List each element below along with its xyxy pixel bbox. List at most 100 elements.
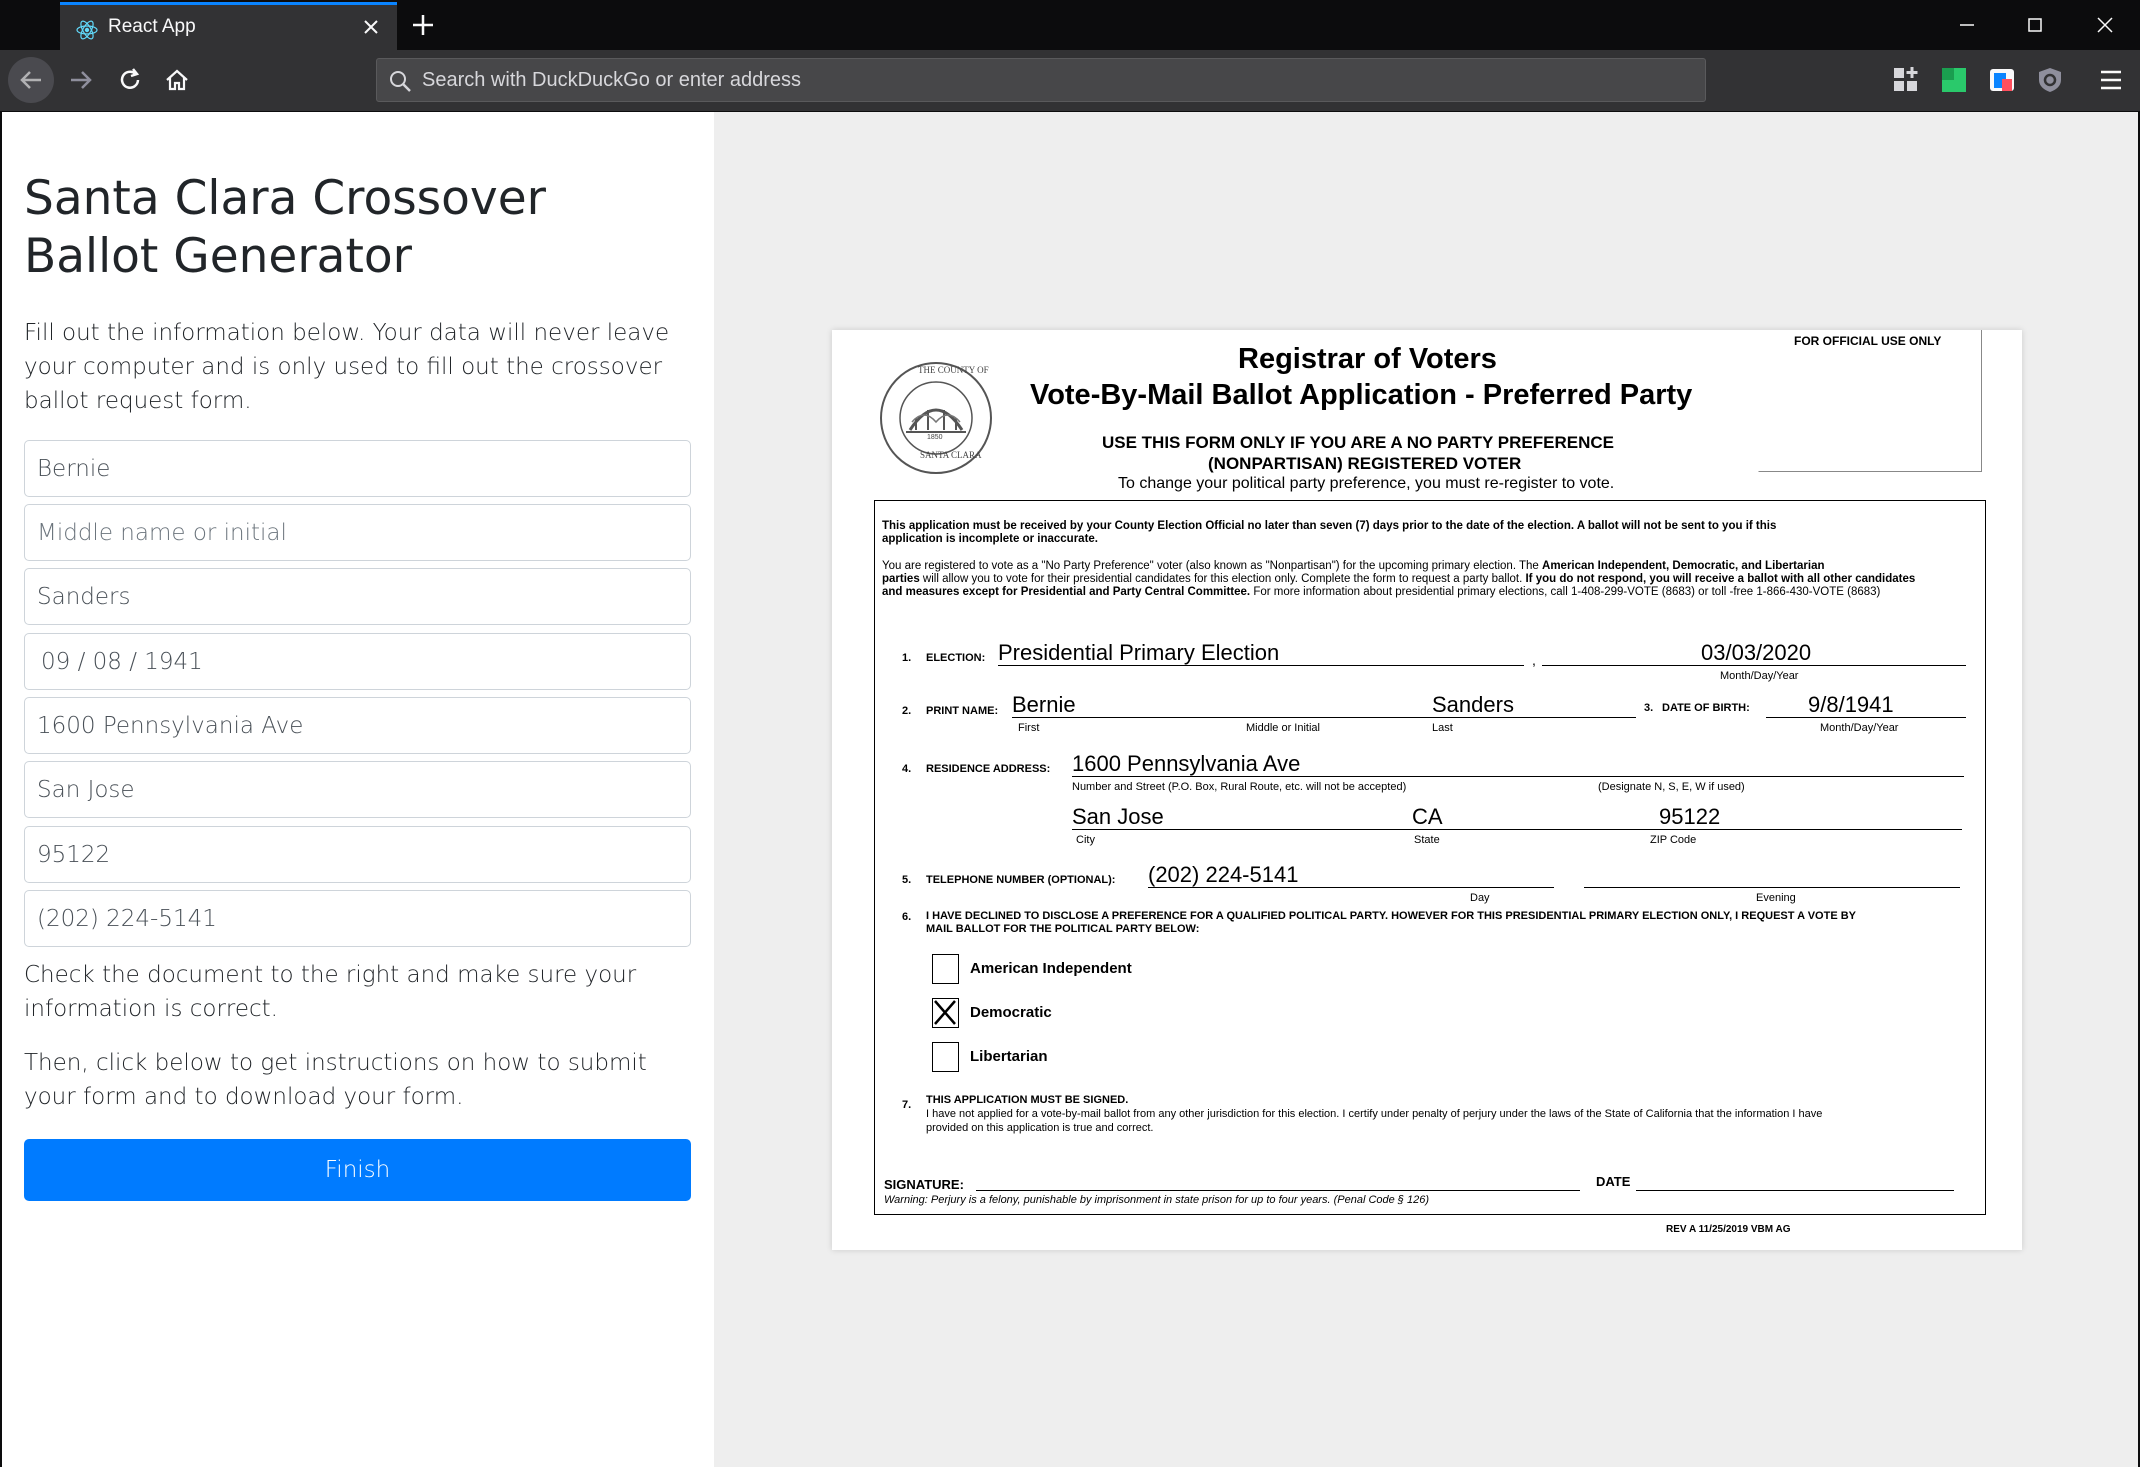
election-label: ELECTION: bbox=[926, 652, 986, 664]
date-line bbox=[1636, 1190, 1954, 1191]
close-window-icon[interactable] bbox=[2090, 10, 2120, 40]
last-name-input[interactable] bbox=[24, 568, 691, 625]
city-input[interactable] bbox=[24, 761, 691, 818]
nonpartisan-paragraph-line2: parties will allow you to vote for their… bbox=[882, 573, 1915, 586]
exception-text: and measures except for Presidential and… bbox=[882, 586, 1251, 598]
new-tab-icon[interactable] bbox=[408, 10, 438, 40]
item-number-2: 2. bbox=[902, 705, 912, 717]
use-form-line2: (NONPARTISAN) REGISTERED VOTER bbox=[1208, 454, 1522, 473]
american-independent-checkbox[interactable] bbox=[932, 954, 959, 984]
last-sublabel: Last bbox=[1432, 722, 1453, 734]
instructions-text: Then, click below to get instructions on… bbox=[24, 1050, 647, 1110]
phone-label: TELEPHONE NUMBER (OPTIONAL): bbox=[926, 874, 1116, 886]
extension-container-icon[interactable] bbox=[1987, 65, 2017, 95]
residence-street-line bbox=[1072, 776, 1964, 777]
minimize-window-icon[interactable] bbox=[1952, 10, 1982, 40]
dob-label: DATE OF BIRTH: bbox=[1662, 702, 1750, 714]
city-sublabel: City bbox=[1076, 834, 1095, 846]
day-sublabel: Day bbox=[1470, 892, 1490, 904]
notice-line1: This application must be received by you… bbox=[882, 520, 1777, 532]
designate-sublabel: (Designate N, S, E, W if used) bbox=[1598, 781, 1745, 793]
page-viewport: Santa Clara Crossover Ballot Generator F… bbox=[2, 112, 2138, 1467]
close-tab-icon[interactable] bbox=[359, 15, 383, 39]
decline-statement-line1: I HAVE DECLINED TO DISCLOSE A PREFERENCE… bbox=[926, 910, 1856, 922]
election-date-value: 03/03/2020 bbox=[1701, 640, 1812, 665]
item-number-1: 1. bbox=[902, 652, 912, 664]
use-form-line1: USE THIS FORM ONLY IF YOU ARE A NO PARTY… bbox=[1102, 433, 1614, 452]
react-logo-icon bbox=[76, 20, 98, 40]
item-number-7: 7. bbox=[902, 1099, 912, 1111]
election-line bbox=[998, 665, 1524, 666]
browser-tab[interactable]: React App bbox=[60, 2, 397, 50]
tab-title: React App bbox=[108, 16, 196, 37]
middle-name-input[interactable] bbox=[24, 504, 691, 561]
official-use-box bbox=[1758, 330, 1982, 472]
zip-code-input[interactable] bbox=[24, 826, 691, 883]
phone-day-value: (202) 224-5141 bbox=[1148, 862, 1299, 887]
certify-line1: I have not applied for a vote-by-mail ba… bbox=[926, 1108, 1823, 1120]
party-label-libertarian: Libertarian bbox=[970, 1048, 1048, 1065]
address-bar[interactable]: Search with DuckDuckGo or enter address bbox=[376, 58, 1706, 102]
residence-city-value: San Jose bbox=[1072, 804, 1164, 829]
phone-input[interactable] bbox=[24, 890, 691, 947]
election-value: Presidential Primary Election bbox=[998, 640, 1280, 665]
registrar-title: Registrar of Voters bbox=[1238, 343, 1497, 375]
reload-icon[interactable] bbox=[116, 66, 144, 94]
residence-state-value: CA bbox=[1412, 804, 1443, 829]
form-panel: Santa Clara Crossover Ballot Generator F… bbox=[2, 112, 714, 1467]
printed-first-name: Bernie bbox=[1012, 692, 1076, 717]
state-sublabel: State bbox=[1414, 834, 1440, 846]
application-title: Vote-By-Mail Ballot Application - Prefer… bbox=[1030, 379, 1693, 411]
evening-sublabel: Evening bbox=[1756, 892, 1796, 904]
zip-sublabel: ZIP Code bbox=[1650, 834, 1697, 846]
printed-last-name: Sanders bbox=[1432, 692, 1514, 717]
seal-year: 1850 bbox=[927, 434, 943, 441]
perjury-warning: Warning: Perjury is a felony, punishable… bbox=[884, 1194, 1429, 1206]
nonpartisan-paragraph-line3: and measures except for Presidential and… bbox=[882, 586, 1880, 599]
street-address-input[interactable] bbox=[24, 697, 691, 754]
no-response-text: If you do not respond, you will receive … bbox=[1525, 573, 1916, 585]
democratic-checkbox[interactable] bbox=[932, 998, 959, 1028]
home-icon[interactable] bbox=[163, 66, 191, 94]
back-arrow-icon[interactable] bbox=[17, 66, 45, 94]
phone-day-line bbox=[1148, 887, 1554, 888]
date-of-birth-input[interactable] bbox=[24, 633, 691, 690]
print-name-label: PRINT NAME: bbox=[926, 705, 999, 717]
ublock-shield-icon[interactable] bbox=[2035, 65, 2065, 95]
seal-bottom-text: SANTA CLARA bbox=[920, 450, 982, 460]
forward-arrow-icon[interactable] bbox=[67, 66, 95, 94]
browser-titlebar: React App bbox=[0, 0, 2140, 50]
hamburger-menu-icon[interactable] bbox=[2096, 67, 2126, 93]
item-number-6: 6. bbox=[902, 911, 912, 923]
seal-top-text: THE COUNTY OF bbox=[918, 365, 989, 375]
first-name-input[interactable] bbox=[24, 440, 691, 497]
election-date-sublabel: Month/Day/Year bbox=[1720, 670, 1799, 682]
page-title: Santa Clara Crossover Ballot Generator bbox=[24, 171, 546, 284]
print-name-line bbox=[1012, 717, 1636, 718]
finish-button[interactable]: Finish bbox=[24, 1139, 691, 1201]
extension-grid-icon[interactable] bbox=[1891, 65, 1921, 95]
maximize-window-icon[interactable] bbox=[2020, 10, 2050, 40]
signature-line bbox=[976, 1190, 1580, 1191]
parties-text: American Independent, Democratic, and Li… bbox=[1542, 560, 1825, 572]
intro-text: Fill out the information below. Your dat… bbox=[24, 320, 670, 414]
residence-city-line bbox=[1072, 829, 1962, 830]
item-number-4: 4. bbox=[902, 763, 912, 775]
revision-code: REV A 11/25/2019 VBM AG bbox=[1666, 1224, 1791, 1235]
notice-line2: application is incomplete or inaccurate. bbox=[882, 533, 1099, 545]
ballot-application-document: FOR OFFICIAL USE ONLY THE COUNTY OF SANT… bbox=[832, 330, 2022, 1250]
checkmark-x-icon bbox=[934, 1000, 956, 1025]
party-label-democratic: Democratic bbox=[970, 1004, 1052, 1021]
extension-green-icon[interactable] bbox=[1939, 65, 1969, 95]
libertarian-checkbox[interactable] bbox=[932, 1042, 959, 1072]
election-date-line bbox=[1542, 665, 1966, 666]
item-number-5: 5. bbox=[902, 874, 912, 886]
change-preference-note: To change your political party preferenc… bbox=[1118, 475, 1615, 492]
must-sign-label: THIS APPLICATION MUST BE SIGNED. bbox=[926, 1094, 1129, 1106]
residence-street-value: 1600 Pennsylvania Ave bbox=[1072, 751, 1301, 776]
parties-word: parties bbox=[882, 573, 920, 585]
paragraph-text: will allow you to vote for their preside… bbox=[919, 573, 1526, 585]
contact-info-text: For more information about presidential … bbox=[1250, 586, 1881, 598]
check-document-text: Check the document to the right and make… bbox=[24, 962, 637, 1022]
dob-value: 9/8/1941 bbox=[1808, 692, 1894, 717]
